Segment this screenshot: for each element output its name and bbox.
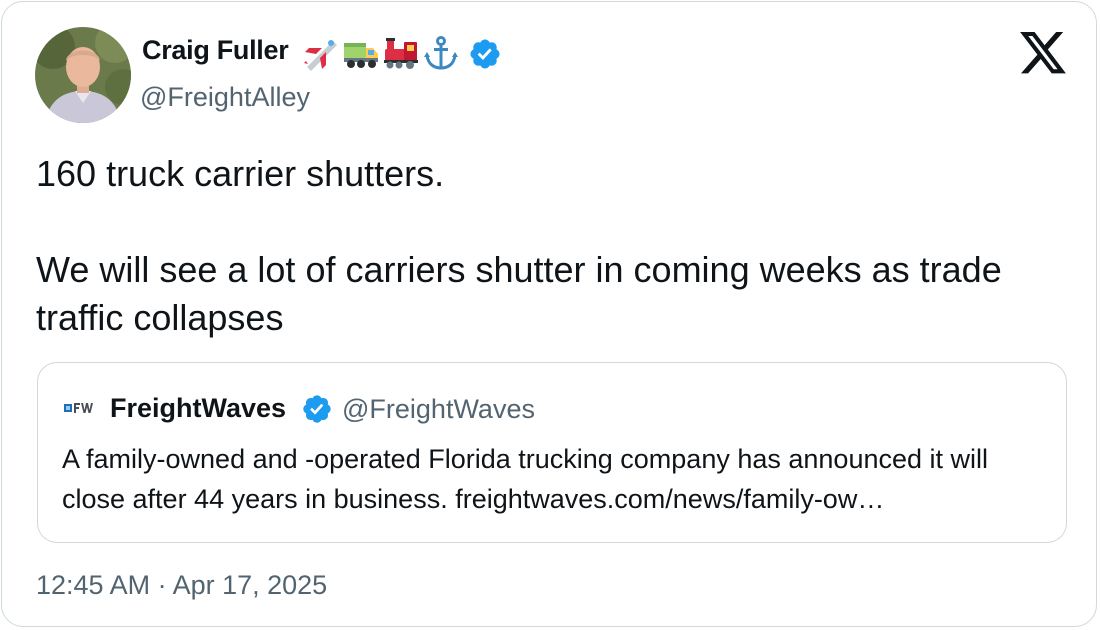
airplane-icon (304, 40, 337, 71)
quoted-author-name[interactable]: FreightWaves (110, 393, 286, 424)
name-emojis (302, 34, 460, 72)
avatar[interactable] (35, 27, 131, 123)
author-handle[interactable]: @FreightAlley (140, 82, 310, 113)
tweet-timestamp[interactable]: 12:45 AM · Apr 17, 2025 (36, 570, 327, 601)
verified-badge-icon (470, 39, 500, 69)
quoted-tweet-text: A family-owned and -operated Florida tru… (62, 444, 989, 514)
quoted-tweet[interactable]: FreightWaves @FreightWaves A family-owne… (37, 362, 1067, 543)
author-name[interactable]: Craig Fuller (142, 35, 289, 66)
quoted-author-handle[interactable]: @FreightWaves (342, 394, 535, 425)
verified-badge-icon (303, 395, 331, 423)
tweet-card: Craig Fuller @FreightAlley 160 truck car… (1, 1, 1097, 627)
train-icon (384, 38, 418, 69)
x-logo-icon[interactable] (1020, 32, 1066, 74)
anchor-icon (424, 36, 458, 70)
tweet-text: 160 truck carrier shutters. We will see … (36, 153, 1002, 338)
truck-icon (344, 43, 378, 68)
freightwaves-logo-icon (64, 403, 93, 413)
